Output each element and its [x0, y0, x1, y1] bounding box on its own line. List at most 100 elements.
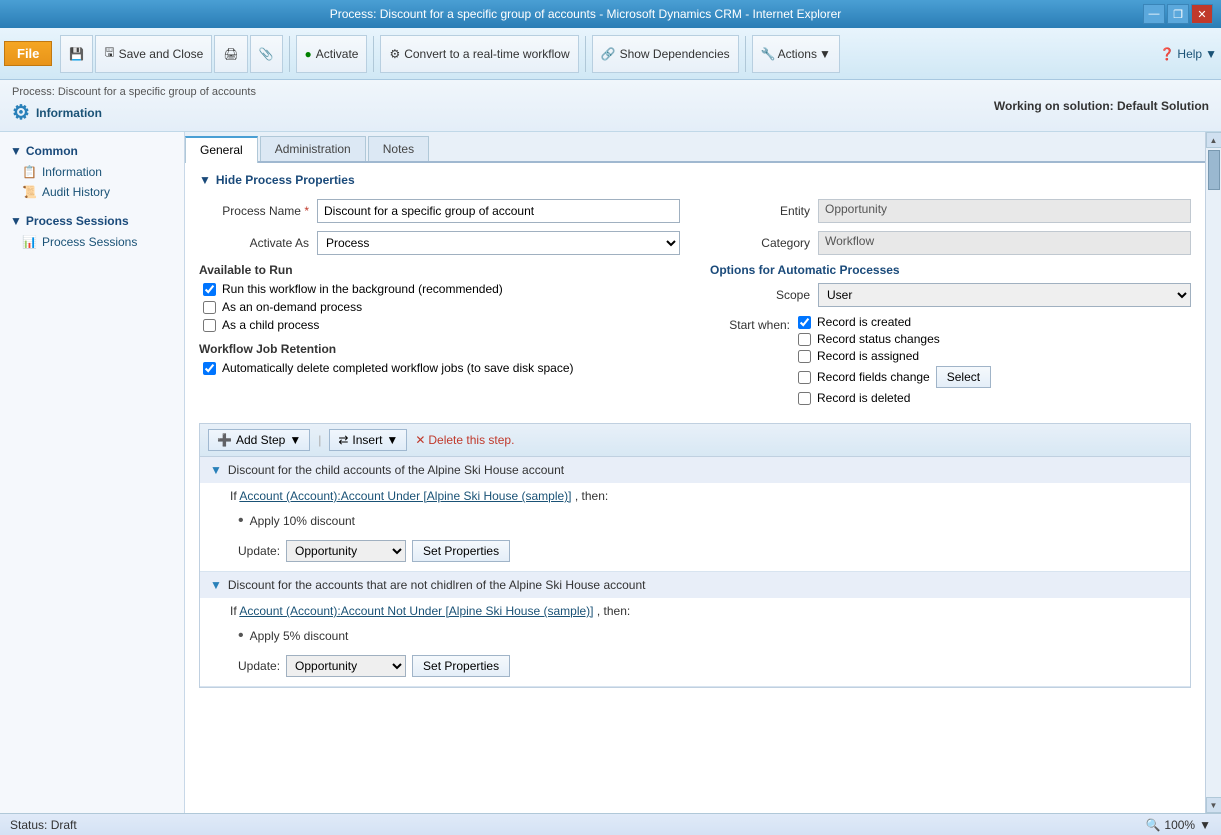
step-header-1: ▼ Discount for the child accounts of the…	[200, 457, 1190, 483]
convert-icon: ⚙	[389, 47, 400, 61]
step-update-2: Update: Opportunity Set Properties	[230, 652, 1180, 680]
start-when-status-row: Record status changes	[798, 332, 991, 346]
start-when-assigned-row: Record is assigned	[798, 349, 991, 363]
toolbar-separator-4	[745, 36, 746, 72]
show-deps-button[interactable]: 🔗 Show Dependencies	[592, 35, 739, 73]
update-select-2[interactable]: Opportunity	[286, 655, 406, 677]
tab-administration[interactable]: Administration	[260, 136, 366, 161]
minimize-button[interactable]: —	[1143, 4, 1165, 24]
process-name-input[interactable]	[317, 199, 680, 223]
close-button[interactable]: ✕	[1191, 4, 1213, 24]
sidebar-process-sessions-header: ▼ Process Sessions	[0, 210, 184, 232]
scope-row: Scope User	[710, 283, 1191, 307]
step-area: ➕ Add Step ▼ | ⇄ Insert ▼ ✕ Delete this …	[199, 423, 1191, 688]
step-body-1: If Account (Account):Account Under [Alpi…	[200, 483, 1190, 571]
options-auto-header: Options for Automatic Processes	[710, 263, 1191, 277]
add-step-icon: ➕	[217, 433, 232, 447]
step-item-1: ▼ Discount for the child accounts of the…	[200, 457, 1190, 572]
activate-as-select[interactable]: Process	[317, 231, 680, 255]
step-toolbar-divider: |	[318, 433, 321, 447]
file-button[interactable]: File	[4, 41, 52, 66]
set-properties-button-2[interactable]: Set Properties	[412, 655, 510, 677]
breadcrumb: Process: Discount for a specific group o…	[12, 86, 256, 98]
add-step-button[interactable]: ➕ Add Step ▼	[208, 429, 310, 451]
checkbox-row-child-process: As a child process	[199, 318, 680, 332]
save-button[interactable]: 💾	[60, 35, 93, 73]
checkbox-background[interactable]	[203, 283, 216, 296]
checkbox-row-background: Run this workflow in the background (rec…	[199, 282, 680, 296]
step-condition-1: If Account (Account):Account Under [Alpi…	[230, 489, 1180, 503]
workflow-retention-label: Workflow Job Retention	[199, 342, 680, 356]
step-condition-2: If Account (Account):Account Not Under […	[230, 604, 1180, 618]
available-to-run-label: Available to Run	[199, 263, 680, 277]
process-sessions-icon: 📊	[22, 235, 37, 249]
attach-button[interactable]: 📎	[250, 35, 283, 73]
header-section: Process: Discount for a specific group o…	[0, 80, 1221, 132]
step-2-collapse-icon[interactable]: ▼	[210, 578, 222, 592]
checkbox-record-assigned[interactable]	[798, 350, 811, 363]
sidebar-item-process-sessions[interactable]: 📊 Process Sessions	[0, 232, 184, 252]
scope-select[interactable]: User	[818, 283, 1191, 307]
help-button[interactable]: ❓ Help ▼	[1159, 47, 1217, 61]
section-collapse-icon: ▼	[199, 173, 211, 187]
activate-button[interactable]: ● Activate	[296, 35, 368, 73]
delete-icon: ✕	[415, 433, 425, 447]
scroll-up-button[interactable]: ▲	[1206, 132, 1221, 148]
actions-button[interactable]: 🔧 Actions ▼	[752, 35, 840, 73]
tab-notes[interactable]: Notes	[368, 136, 429, 161]
sidebar-item-audit-history[interactable]: 📜 Audit History	[0, 182, 184, 202]
insert-button[interactable]: ⇄ Insert ▼	[329, 429, 407, 451]
required-indicator: *	[304, 204, 309, 218]
save-close-button[interactable]: 🖫 Save and Close	[95, 35, 212, 73]
entity-label: Entity	[710, 204, 810, 218]
start-when-row: Start when: Record is created Record sta…	[710, 315, 1191, 405]
step-body-2: If Account (Account):Account Not Under […	[200, 598, 1190, 686]
print-icon: 🖨	[223, 47, 238, 61]
information-icon: 📋	[22, 165, 37, 179]
step-1-collapse-icon[interactable]: ▼	[210, 463, 222, 477]
scroll-down-button[interactable]: ▼	[1206, 797, 1221, 813]
convert-button[interactable]: ⚙ Convert to a real-time workflow	[380, 35, 578, 73]
checkbox-record-created[interactable]	[798, 316, 811, 329]
checkbox-retention-label: Automatically delete completed workflow …	[222, 361, 574, 375]
delete-step-button[interactable]: ✕ Delete this step.	[415, 433, 514, 447]
record-deleted-label: Record is deleted	[817, 391, 910, 405]
process-name-label: Process Name *	[199, 204, 309, 218]
restore-button[interactable]: ❐	[1167, 4, 1189, 24]
actions-icon: 🔧	[761, 47, 776, 61]
checkbox-record-deleted[interactable]	[798, 392, 811, 405]
checkbox-record-fields[interactable]	[798, 371, 811, 384]
section-header-hide-process[interactable]: ▼ Hide Process Properties	[199, 173, 1191, 187]
header-left: Process: Discount for a specific group o…	[12, 86, 256, 125]
condition-link-2[interactable]: Account (Account):Account Not Under [Alp…	[239, 604, 593, 618]
form-content: ▼ Hide Process Properties Process Name *	[185, 163, 1205, 813]
insert-dropdown-icon: ▼	[386, 433, 398, 447]
step-action-1: • Apply 10% discount	[230, 508, 1180, 534]
checkbox-record-status[interactable]	[798, 333, 811, 346]
checkbox-on-demand[interactable]	[203, 301, 216, 314]
scroll-thumb[interactable]	[1208, 150, 1220, 190]
category-value: Workflow	[818, 231, 1191, 255]
activate-icon: ●	[305, 47, 312, 61]
checkbox-retention[interactable]	[203, 362, 216, 375]
page-title: ⚙ Information	[12, 100, 256, 125]
vertical-scrollbar[interactable]: ▲ ▼	[1205, 132, 1221, 813]
select-button[interactable]: Select	[936, 366, 991, 388]
attach-icon: 📎	[259, 47, 274, 61]
checkbox-child-process[interactable]	[203, 319, 216, 332]
insert-icon: ⇄	[338, 433, 348, 447]
tab-general[interactable]: General	[185, 136, 258, 163]
set-properties-button-1[interactable]: Set Properties	[412, 540, 510, 562]
sidebar-item-information[interactable]: 📋 Information	[0, 162, 184, 182]
start-when-fields-row: Record fields change Select	[798, 366, 991, 388]
print-button[interactable]: 🖨	[214, 35, 247, 73]
step-action-2: • Apply 5% discount	[230, 623, 1180, 649]
update-select-1[interactable]: Opportunity	[286, 540, 406, 562]
zoom-dropdown-icon: ▼	[1199, 818, 1211, 832]
condition-link-1[interactable]: Account (Account):Account Under [Alpine …	[239, 489, 571, 503]
step-toolbar: ➕ Add Step ▼ | ⇄ Insert ▼ ✕ Delete this …	[200, 424, 1190, 457]
status-bar: Status: Draft 🔍 100% ▼	[0, 813, 1221, 835]
step-update-1: Update: Opportunity Set Properties	[230, 537, 1180, 565]
add-step-dropdown-icon: ▼	[289, 433, 301, 447]
audit-icon: 📜	[22, 185, 37, 199]
